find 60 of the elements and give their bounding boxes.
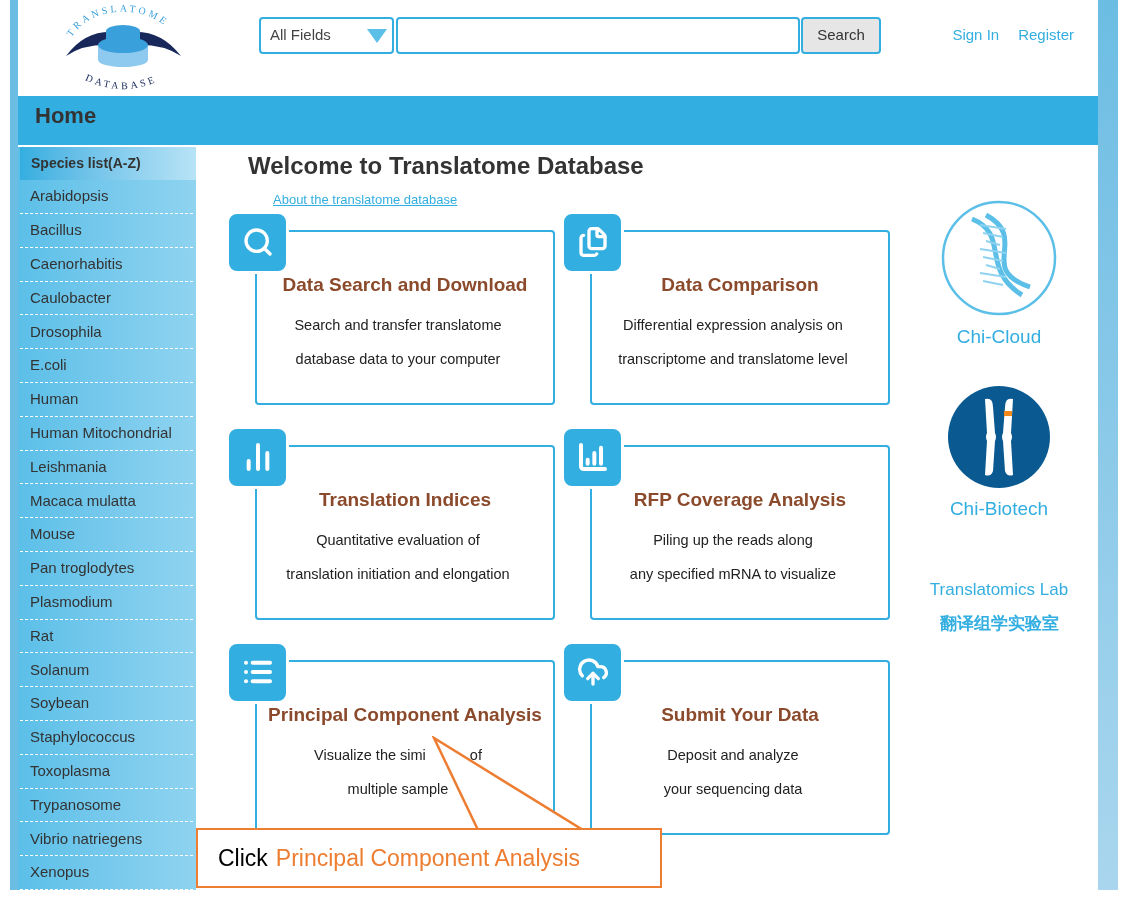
card-title: RFP Coverage Analysis — [633, 487, 847, 512]
field-select[interactable]: All Fields — [259, 17, 394, 54]
card-description: Search and transfer translatome — [294, 316, 502, 336]
card-description: Quantitative evaluation of — [316, 531, 480, 551]
species-item[interactable]: Solanum — [20, 653, 193, 688]
species-item[interactable]: Toxoplasma — [20, 754, 193, 789]
card-description: database data to your computer — [295, 350, 501, 370]
species-item[interactable]: Caulobacter — [20, 281, 193, 316]
card-title: Translation Indices — [318, 487, 492, 512]
chromosome-icon — [947, 384, 1051, 489]
card-description: any specified mRNA to visualize — [629, 565, 837, 585]
sidebar-title: Species list(A-Z) — [31, 154, 141, 174]
card-description: Differential expression analysis on — [623, 316, 843, 336]
species-item[interactable]: Plasmodium — [20, 585, 193, 620]
welcome-title: Welcome to Translatome Database — [248, 151, 645, 182]
card-description: translation initiation and elongation — [286, 565, 510, 585]
feature-card[interactable]: Data Search and Download Search and transfer translatome database data to your computer — [255, 229, 555, 405]
callout-highlight: Principal Component Analysis — [275, 843, 581, 873]
species-item[interactable]: Bacillus — [20, 214, 193, 248]
card-title: Submit Your Data — [661, 702, 819, 727]
species-item[interactable]: Soybean — [20, 687, 193, 721]
callout-text: Click — [218, 843, 268, 873]
species-item[interactable]: Macaca mulatta — [20, 484, 193, 519]
species-item[interactable]: Rat — [20, 619, 193, 654]
card-description: multiple sample — [347, 780, 449, 800]
card-title: Data Search and Download — [282, 272, 528, 297]
card-description: Visualize the simi — [314, 746, 426, 766]
species-item[interactable]: Mouse — [20, 518, 193, 553]
search-icon — [241, 226, 274, 259]
species-item[interactable]: E.coli — [20, 349, 193, 384]
documents-icon — [576, 226, 609, 259]
bar-chart-icon — [576, 441, 609, 474]
feature-card[interactable]: Translation Indices Quantitative evaluation of translation initiation and elongation — [255, 444, 555, 620]
card-description: your sequencing data — [663, 780, 803, 800]
card-description: Deposit and analyze — [667, 746, 799, 766]
lab-name-chinese: 翻译组学实验室 — [939, 612, 1059, 635]
species-item[interactable]: Human Mitochondrial — [20, 416, 193, 451]
species-item[interactable]: Trypanosome — [20, 788, 193, 823]
lab-name: Translatomics Lab — [929, 579, 1069, 602]
search-button[interactable]: Search — [801, 17, 881, 54]
species-item[interactable]: Xenopus — [20, 856, 193, 890]
species-item[interactable]: Arabidopsis — [20, 180, 193, 215]
card-description: transcriptome and translatome level — [618, 350, 848, 370]
card-title: Principal Component Analysis — [268, 702, 542, 727]
page-title: Home — [35, 103, 97, 128]
species-item[interactable]: Leishmania — [20, 450, 193, 485]
dna-icon — [940, 199, 1058, 318]
species-item[interactable]: Drosophila — [20, 315, 193, 350]
card-title: Data Comparison — [661, 272, 819, 297]
species-item[interactable]: Pan troglodytes — [20, 552, 193, 586]
feature-card[interactable]: Data Comparison Differential expression analysis on transcriptome and translatome level — [590, 229, 890, 405]
species-item[interactable]: Staphylococcus — [20, 721, 193, 755]
card-description: of — [469, 746, 482, 766]
card-description: Piling up the reads along — [653, 531, 813, 551]
dropdown-icon — [366, 27, 388, 44]
feature-card[interactable]: RFP Coverage Analysis Piling up the reads along any specified mRNA to visualize — [590, 444, 890, 620]
species-item[interactable]: Caenorhabitis — [20, 247, 193, 282]
search-field[interactable] — [396, 17, 800, 54]
species-item[interactable]: Vibrio natriegens — [20, 822, 193, 857]
species-item[interactable]: Human — [20, 383, 193, 417]
